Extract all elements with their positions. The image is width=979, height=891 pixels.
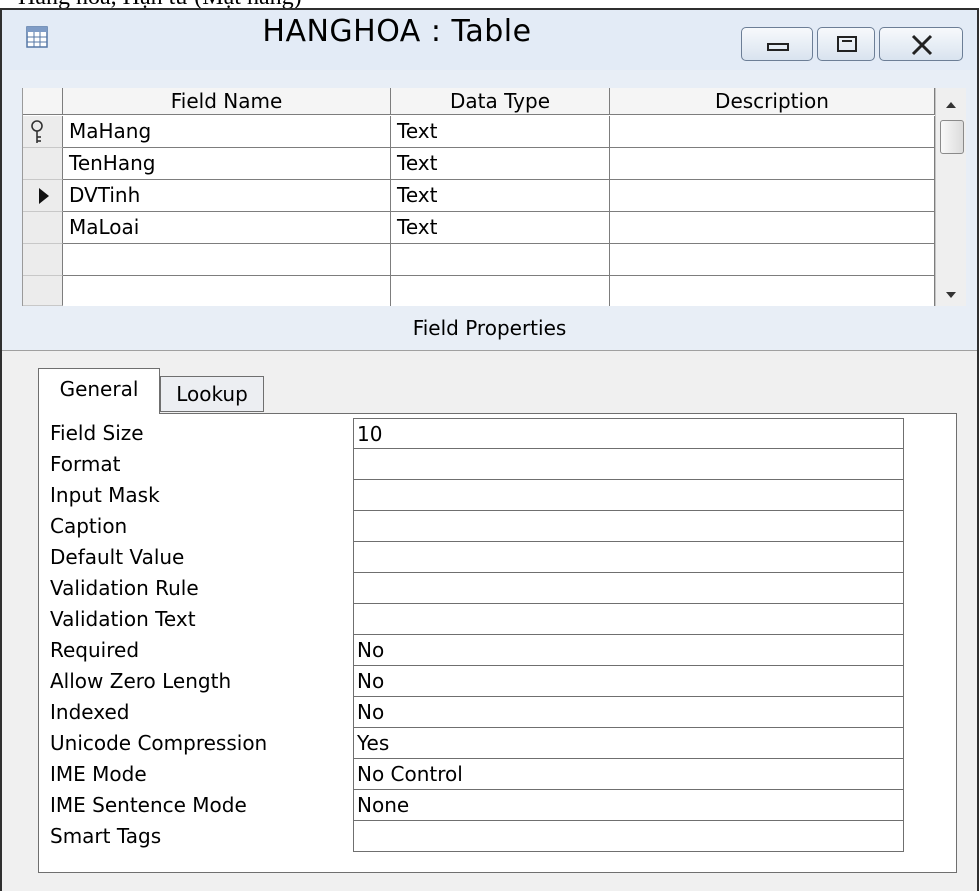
property-label: Field Size bbox=[50, 421, 144, 445]
description-cell[interactable] bbox=[610, 180, 935, 212]
row-selector[interactable] bbox=[23, 180, 63, 212]
close-icon bbox=[911, 34, 933, 56]
title-bar[interactable]: HANGHOA : Table bbox=[2, 10, 977, 70]
property-value[interactable] bbox=[353, 542, 904, 573]
scroll-down-icon[interactable] bbox=[946, 292, 956, 298]
property-value[interactable] bbox=[353, 511, 904, 542]
field-name-cell[interactable] bbox=[63, 244, 391, 276]
property-value[interactable]: 10 bbox=[353, 418, 904, 449]
property-label: Required bbox=[50, 638, 140, 662]
row-selector[interactable] bbox=[23, 116, 63, 148]
row-selector[interactable] bbox=[23, 212, 63, 244]
property-label: Validation Rule bbox=[50, 576, 199, 600]
field-properties-label: Field Properties bbox=[412, 316, 567, 340]
scroll-up-icon[interactable] bbox=[946, 102, 956, 108]
header-corner bbox=[23, 88, 63, 115]
property-value[interactable]: No bbox=[353, 666, 904, 697]
field-name-cell[interactable]: DVTinh bbox=[63, 180, 391, 212]
field-properties-pane: General Lookup Field Size 10 Format Inpu… bbox=[2, 351, 977, 891]
data-type-cell[interactable]: Text bbox=[391, 212, 610, 244]
row-selector[interactable] bbox=[23, 244, 63, 276]
minimize-button[interactable] bbox=[741, 27, 813, 61]
description-cell[interactable] bbox=[610, 116, 935, 148]
minimize-icon bbox=[767, 43, 789, 51]
property-label: Caption bbox=[50, 514, 128, 538]
field-grid: Field Name Data Type Description MaHang … bbox=[22, 88, 966, 306]
close-button[interactable] bbox=[879, 27, 963, 61]
property-label: Input Mask bbox=[50, 483, 160, 507]
property-label: Indexed bbox=[50, 700, 130, 724]
tab-lookup[interactable]: Lookup bbox=[160, 376, 264, 412]
column-header-description[interactable]: Description bbox=[610, 88, 935, 115]
data-type-cell[interactable]: Text bbox=[391, 116, 610, 148]
data-type-cell[interactable]: Text bbox=[391, 180, 610, 212]
property-label: IME Sentence Mode bbox=[50, 793, 247, 817]
property-value[interactable] bbox=[353, 449, 904, 480]
general-properties-panel: Field Size 10 Format Input Mask Caption … bbox=[38, 413, 957, 873]
property-label: Unicode Compression bbox=[50, 731, 268, 755]
property-value[interactable]: Yes bbox=[353, 728, 904, 759]
vertical-scrollbar[interactable] bbox=[935, 88, 966, 306]
property-value[interactable]: No bbox=[353, 635, 904, 666]
data-type-cell[interactable]: Text bbox=[391, 148, 610, 180]
row-selector[interactable] bbox=[23, 148, 63, 180]
maximize-icon bbox=[837, 36, 857, 52]
property-value[interactable] bbox=[353, 821, 904, 852]
key-icon bbox=[31, 120, 43, 143]
data-type-cell[interactable] bbox=[391, 276, 610, 306]
table-design-window: HANGHOA : Table Field Name Data Type Des… bbox=[0, 8, 979, 891]
property-value[interactable]: None bbox=[353, 790, 904, 821]
property-label: Default Value bbox=[50, 545, 185, 569]
property-value[interactable] bbox=[353, 573, 904, 604]
field-name-cell[interactable] bbox=[63, 276, 391, 306]
description-cell[interactable] bbox=[610, 276, 935, 306]
scroll-thumb[interactable] bbox=[940, 120, 964, 154]
description-cell[interactable] bbox=[610, 244, 935, 276]
column-header-data-type[interactable]: Data Type bbox=[391, 88, 610, 115]
description-cell[interactable] bbox=[610, 212, 935, 244]
property-value[interactable]: No Control bbox=[353, 759, 904, 790]
property-label: IME Mode bbox=[50, 762, 147, 786]
field-name-cell[interactable]: MaHang bbox=[63, 116, 391, 148]
window-title: HANGHOA : Table bbox=[262, 14, 532, 49]
description-cell[interactable] bbox=[610, 148, 935, 180]
field-name-cell[interactable]: MaLoai bbox=[63, 212, 391, 244]
property-label: Format bbox=[50, 452, 121, 476]
property-value[interactable] bbox=[353, 480, 904, 511]
maximize-button[interactable] bbox=[817, 27, 875, 61]
property-value[interactable]: No bbox=[353, 697, 904, 728]
field-name-cell[interactable]: TenHang bbox=[63, 148, 391, 180]
property-value[interactable] bbox=[353, 604, 904, 635]
row-selector[interactable] bbox=[23, 276, 63, 306]
property-label: Validation Text bbox=[50, 607, 196, 631]
property-label: Smart Tags bbox=[50, 824, 162, 848]
tab-general[interactable]: General bbox=[38, 368, 160, 414]
column-header-field-name[interactable]: Field Name bbox=[63, 88, 391, 115]
property-label: Allow Zero Length bbox=[50, 669, 232, 693]
data-type-cell[interactable] bbox=[391, 244, 610, 276]
row-pointer-icon bbox=[39, 188, 49, 204]
